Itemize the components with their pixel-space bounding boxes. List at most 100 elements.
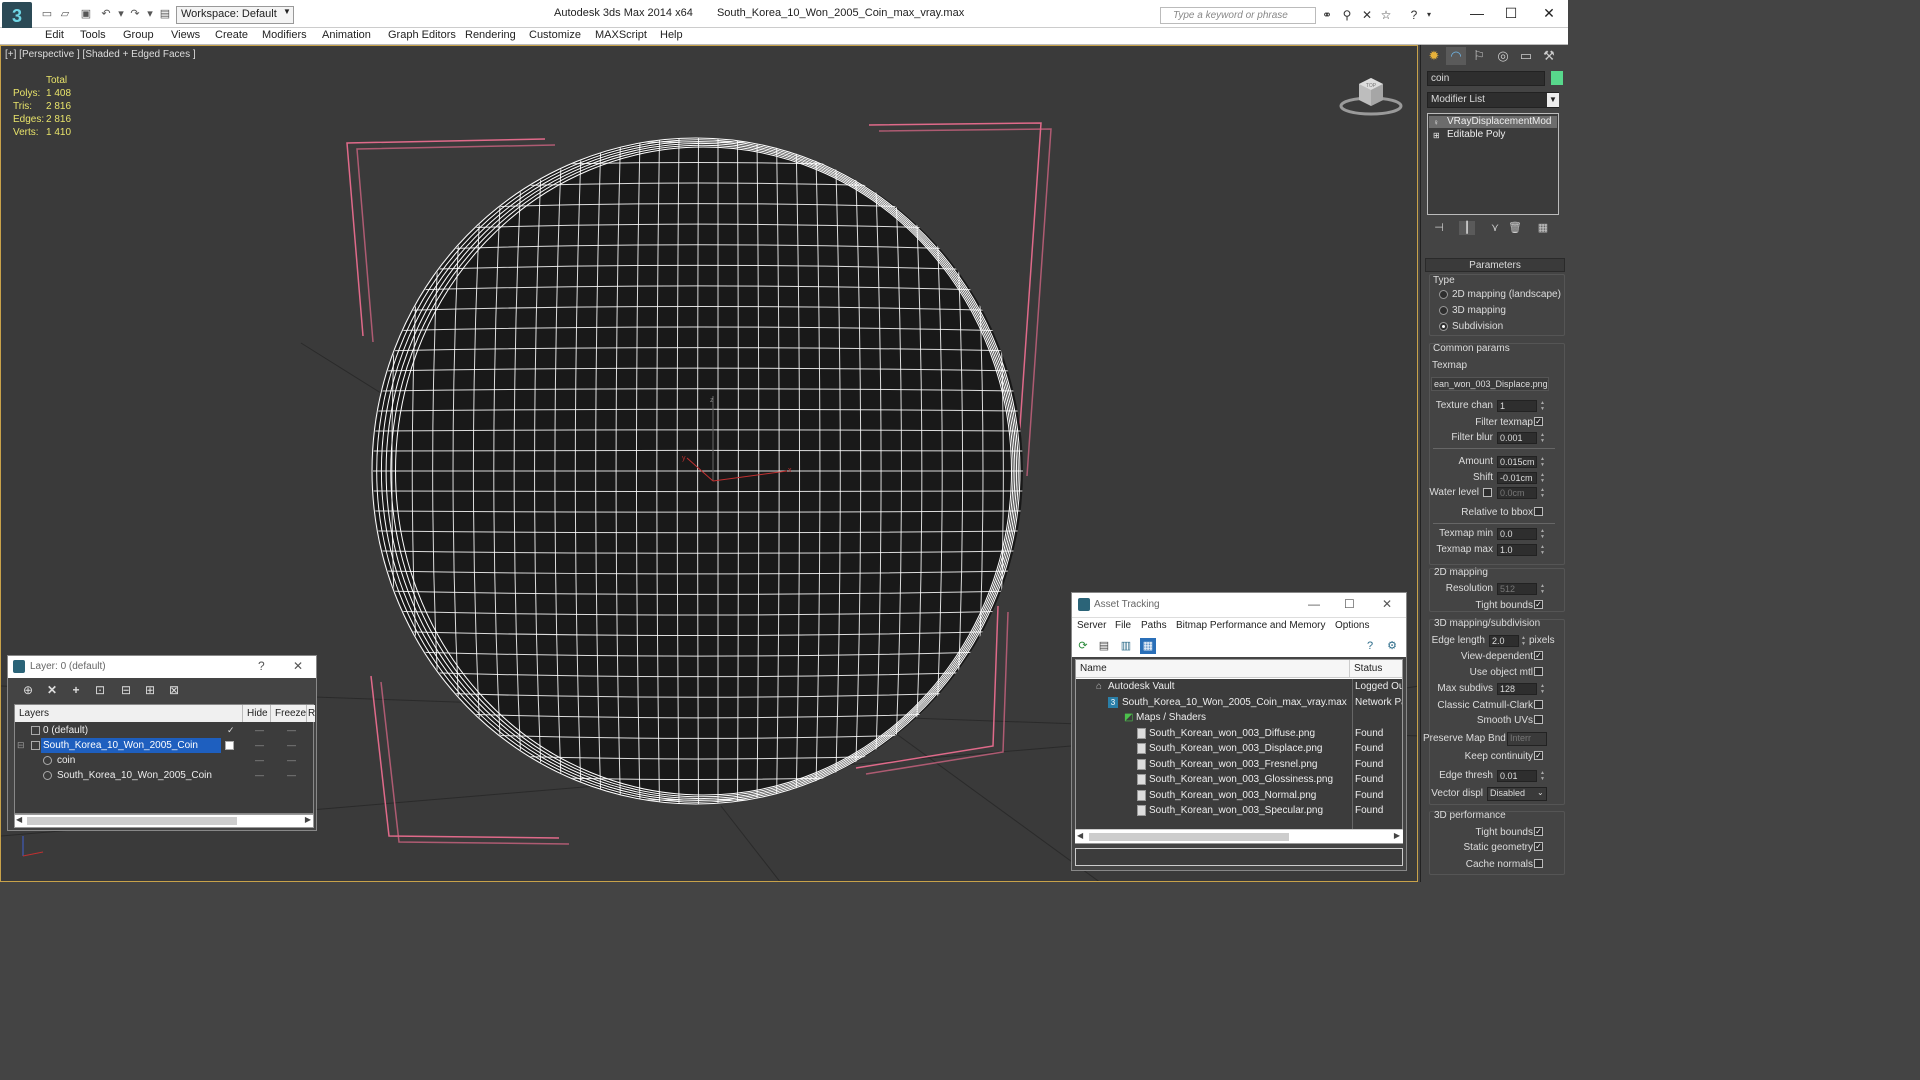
max-subdivs-spinner-icon[interactable]: ▲ ▼ [1540,683,1546,695]
scrollbar-thumb[interactable] [1089,833,1289,841]
menu-modifiers[interactable]: Modifiers [262,29,307,41]
tight-bounds-checkbox[interactable]: ✓ [1534,600,1543,609]
texmap-button[interactable]: ean_won_003_Displace.png) [1431,377,1549,391]
object-name-field[interactable]: coin [1427,71,1545,86]
modifier-list-dropdown[interactable]: Modifier List [1427,92,1559,108]
perf-tight-bounds-checkbox[interactable]: ✓ [1534,827,1543,836]
vector-displ-arrow-icon[interactable]: ⌄ [1537,788,1544,797]
asset-menu-server[interactable]: Server [1077,620,1106,631]
edge-length-input[interactable]: 2.0 [1489,635,1519,647]
menu-animation[interactable]: Animation [322,29,371,41]
asset-help-icon[interactable]: ? [1362,638,1378,654]
asset-row[interactable]: South_Korean_won_003_Normal.png Found [1076,787,1402,803]
amount-spinner-icon[interactable]: ▲ ▼ [1540,456,1546,468]
scroll-right-icon[interactable]: ▶ [305,815,311,824]
layer-close-button[interactable]: ✕ [293,659,303,673]
scrollbar-thumb[interactable] [27,817,237,825]
filter-texmap-checkbox[interactable]: ✓ [1534,417,1543,426]
detail-view-icon[interactable]: ▥ [1118,638,1134,654]
undo-dropdown-icon[interactable]: ▾ [114,8,128,20]
motion-tab-icon[interactable]: ◎ [1493,47,1513,65]
help-icon[interactable]: ? [1407,8,1421,22]
menu-views[interactable]: Views [171,29,200,41]
filter-blur-spinner-icon[interactable]: ▲ ▼ [1540,432,1546,444]
make-unique-icon[interactable]: ⋎ [1487,221,1503,235]
resolution-spinner-icon[interactable]: ▲ ▼ [1540,583,1546,595]
pin-stack-icon[interactable]: ⊣ [1431,221,1447,235]
new-file-icon[interactable]: ▭ [40,8,54,20]
configure-sets-icon[interactable]: ▦ [1535,221,1551,235]
menu-rendering[interactable]: Rendering [465,29,516,41]
hide-toggle[interactable]: — [255,768,265,783]
filter-blur-input[interactable]: 0.001 [1497,432,1537,444]
cache-normals-checkbox[interactable] [1534,859,1543,868]
parameters-rollout[interactable]: Parameters [1425,258,1565,272]
layer-row[interactable]: coin — — [15,753,313,768]
active-layer-check-icon[interactable]: ✓ [227,723,237,738]
column-header-status[interactable]: Status [1350,660,1402,678]
project-folder-icon[interactable]: ▤ [158,8,172,20]
close-button[interactable]: ✕ [1534,4,1564,22]
stack-item-editable-poly[interactable]: ⊞ Editable Poly [1429,129,1557,141]
asset-menu-bitmap-performance[interactable]: Bitmap Performance and Memory [1176,620,1326,631]
edge-thresh-spinner-icon[interactable]: ▲ ▼ [1540,770,1546,782]
help-dropdown-icon[interactable]: ▾ [1422,8,1436,22]
scroll-left-icon[interactable]: ◀ [16,815,22,824]
communication-icon[interactable]: ✕ [1360,8,1374,22]
keep-continuity-checkbox[interactable]: ✓ [1534,751,1543,760]
water-level-input[interactable]: 0.0cm [1497,487,1537,499]
create-tab-icon[interactable]: ✹ [1424,47,1444,65]
redo-dropdown-icon[interactable]: ▾ [143,8,157,20]
redo-icon[interactable]: ↷ [128,8,142,20]
menu-graph-editors[interactable]: Graph Editors [388,29,456,41]
search-input[interactable]: Type a keyword or phrase [1160,7,1316,24]
amount-input[interactable]: 0.015cm [1497,456,1537,468]
workspace-dropdown-arrow-icon[interactable]: ▼ [283,7,293,16]
set-active-layer-box[interactable] [225,741,234,750]
scroll-right-icon[interactable]: ▶ [1394,831,1400,840]
workspace-dropdown[interactable]: Workspace: Default [176,6,294,24]
column-header-render[interactable]: R [307,705,315,722]
table-view-icon[interactable]: ▦ [1140,638,1156,654]
asset-row[interactable]: 3 South_Korea_10_Won_2005_Coin_max_vray.… [1076,694,1402,710]
lightbulb-icon[interactable]: ♀ [1433,117,1439,129]
asset-row[interactable]: South_Korean_won_003_Glossiness.png Foun… [1076,772,1402,788]
shift-spinner-icon[interactable]: ▲ ▼ [1540,472,1546,484]
expand-plus-icon[interactable]: ⊞ [1433,130,1440,142]
hide-all-icon[interactable]: ⊞ [142,683,158,699]
asset-row[interactable]: ⌂ Autodesk Vault Logged Ou [1076,679,1402,695]
water-level-spinner-icon[interactable]: ▲ ▼ [1540,487,1546,499]
max-subdivs-input[interactable]: 128 [1497,683,1537,695]
layer-help-button[interactable]: ? [258,659,265,673]
column-header-name[interactable]: Name [1076,660,1350,678]
relative-bbox-checkbox[interactable] [1534,507,1543,516]
menu-maxscript[interactable]: MAXScript [595,29,647,41]
binoculars-icon[interactable]: ⚭ [1320,8,1334,22]
menu-tools[interactable]: Tools [80,29,106,41]
asset-menu-options[interactable]: Options [1335,620,1369,631]
freeze-toggle[interactable]: — [287,723,297,738]
maximize-button[interactable]: ☐ [1496,4,1526,22]
asset-maximize-button[interactable]: ☐ [1344,597,1355,611]
new-layer-icon[interactable]: ⊕ [20,683,36,699]
object-color-swatch[interactable] [1551,71,1563,85]
modifier-list-arrow-icon[interactable]: ▼ [1547,93,1559,107]
select-objects-icon[interactable]: ⊡ [92,683,108,699]
view-dependent-checkbox[interactable]: ✓ [1534,651,1543,660]
column-header-hide[interactable]: Hide [243,705,271,722]
hide-toggle[interactable]: — [255,723,265,738]
layer-row[interactable]: South_Korea_10_Won_2005_Coin — — [15,768,313,783]
viewcube-icon[interactable]: TOP [1337,70,1405,120]
freeze-toggle[interactable]: — [287,768,297,783]
subscription-icon[interactable]: ⚲ [1340,8,1354,22]
open-file-icon[interactable]: ▱ [58,8,72,20]
freeze-toggle[interactable]: — [287,738,297,753]
stack-item-vray-displacement[interactable]: ♀ VRayDisplacementMod [1429,116,1557,128]
static-geometry-checkbox[interactable]: ✓ [1534,842,1543,851]
utilities-tab-icon[interactable]: ⚒ [1539,47,1559,65]
context-help-icon[interactable]: ⚙ [1384,638,1400,654]
menu-edit[interactable]: Edit [45,29,64,41]
menu-help[interactable]: Help [660,29,683,41]
resolution-input[interactable]: 512 [1497,583,1537,595]
asset-horizontal-scrollbar[interactable]: ◀ ▶ [1075,829,1403,843]
